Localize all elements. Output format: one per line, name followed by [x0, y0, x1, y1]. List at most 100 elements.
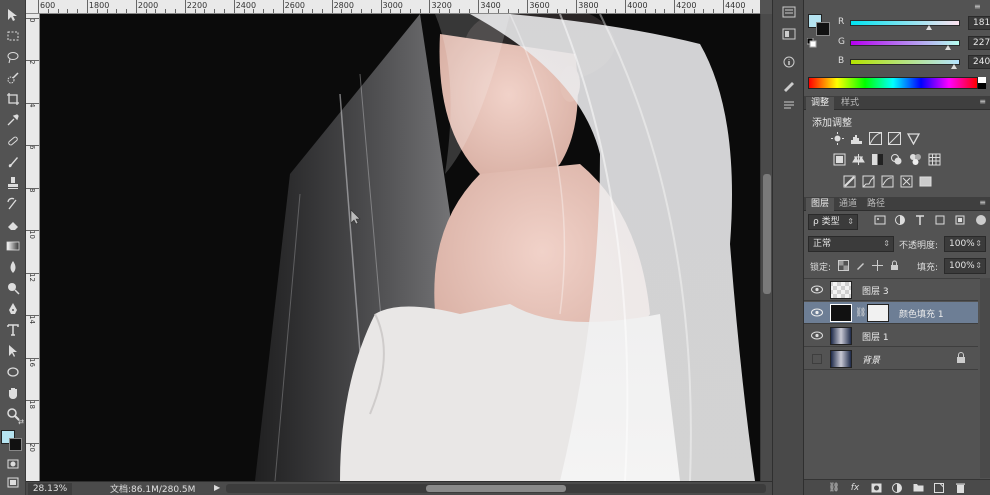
tab-layers[interactable]: 图层: [806, 198, 835, 211]
black-white-icon[interactable]: [870, 153, 884, 166]
layer-name[interactable]: 图层 1: [862, 330, 889, 343]
color-panel-background[interactable]: [816, 22, 830, 36]
slider-g[interactable]: G 227: [834, 36, 990, 51]
eraser-tool-icon[interactable]: [3, 216, 23, 234]
lock-all-icon[interactable]: [889, 260, 900, 274]
paragraph-panel-icon[interactable]: [780, 98, 798, 114]
new-adjustment-layer-icon[interactable]: [891, 482, 903, 493]
tab-adjustments[interactable]: 调整: [806, 97, 835, 110]
layer-row[interactable]: 图层 3: [804, 279, 978, 301]
new-group-icon[interactable]: [912, 482, 924, 493]
brush-preset-panel-icon[interactable]: [780, 78, 798, 94]
lock-transparency-icon[interactable]: [838, 260, 849, 274]
eye-icon[interactable]: [810, 306, 824, 319]
color-lookup-icon[interactable]: [927, 153, 941, 166]
tab-styles[interactable]: 样式: [836, 97, 864, 110]
properties-panel-icon[interactable]: [780, 26, 798, 42]
slider-thumb[interactable]: [945, 45, 951, 50]
filter-toggle-icon[interactable]: [976, 215, 986, 225]
eyedropper-tool-icon[interactable]: [3, 111, 23, 129]
eye-icon[interactable]: [810, 283, 824, 296]
fill-input[interactable]: 100%: [944, 258, 986, 274]
layer-row[interactable]: 图层 1: [804, 325, 978, 347]
brush-tool-icon[interactable]: [3, 153, 23, 171]
vibrance-icon[interactable]: [906, 132, 920, 145]
panel-menu-icon[interactable]: ≡: [974, 2, 981, 11]
slider-track[interactable]: [850, 20, 960, 26]
blend-mode-select[interactable]: 正常: [808, 236, 894, 252]
selective-color-icon[interactable]: [899, 175, 913, 188]
channel-mixer-icon[interactable]: [908, 153, 922, 166]
tab-channels[interactable]: 通道: [834, 198, 862, 211]
layer-mask-thumbnail[interactable]: [867, 304, 889, 322]
adjustment-filter-icon[interactable]: [894, 214, 906, 229]
shape-tool-icon[interactable]: [3, 363, 23, 381]
fill-color-thumbnail[interactable]: [830, 304, 852, 322]
opacity-input[interactable]: 100%: [944, 236, 986, 252]
brightness-contrast-icon[interactable]: [830, 132, 844, 145]
threshold-icon[interactable]: [880, 175, 894, 188]
history-panel-icon[interactable]: [780, 4, 798, 20]
slider-thumb[interactable]: [951, 64, 957, 69]
gradient-map-icon[interactable]: [918, 175, 932, 188]
eye-icon[interactable]: [810, 329, 824, 342]
smart-object-filter-icon[interactable]: [954, 214, 966, 229]
layer-name[interactable]: 颜色填充 1: [899, 307, 944, 320]
delete-layer-icon[interactable]: [954, 482, 966, 493]
black-swatch[interactable]: [978, 83, 986, 89]
layer-row[interactable]: 背景: [804, 348, 978, 370]
slider-track[interactable]: [850, 59, 960, 65]
levels-icon[interactable]: [849, 132, 863, 145]
hue-saturation-icon[interactable]: [832, 153, 846, 166]
curves-icon[interactable]: [868, 132, 882, 145]
marquee-tool-icon[interactable]: [3, 27, 23, 45]
layer-filter-select[interactable]: ρ 类型: [808, 214, 858, 230]
gradient-tool-icon[interactable]: [3, 237, 23, 255]
horizontal-scrollbar[interactable]: [226, 484, 766, 493]
type-tool-icon[interactable]: [3, 321, 23, 339]
slider-value[interactable]: 227: [968, 36, 990, 50]
slider-thumb[interactable]: [926, 25, 932, 30]
shape-filter-icon[interactable]: [934, 214, 946, 229]
layer-name[interactable]: 背景: [862, 353, 880, 366]
photo-filter-icon[interactable]: [889, 153, 903, 166]
document-canvas[interactable]: [40, 14, 760, 481]
horizontal-scroll-thumb[interactable]: [426, 485, 566, 492]
vertical-scroll-thumb[interactable]: [763, 174, 771, 294]
slider-track[interactable]: [850, 40, 960, 46]
screen-mode-icon[interactable]: [3, 474, 23, 492]
slider-value[interactable]: 240: [968, 55, 990, 69]
lock-pixels-icon[interactable]: [855, 260, 866, 274]
image-filter-icon[interactable]: [874, 214, 886, 229]
pen-tool-icon[interactable]: [3, 300, 23, 318]
background-color-swatch[interactable]: [9, 438, 22, 451]
link-chain-icon[interactable]: ⛓: [855, 308, 866, 318]
lock-position-icon[interactable]: [872, 260, 883, 274]
hand-tool-icon[interactable]: [3, 384, 23, 402]
info-panel-icon[interactable]: [780, 54, 798, 70]
invert-icon[interactable]: [842, 175, 856, 188]
link-layers-icon[interactable]: ⛓: [828, 482, 840, 493]
default-colors-icon[interactable]: [806, 37, 817, 48]
clone-stamp-tool-icon[interactable]: [3, 174, 23, 192]
panel-menu-icon[interactable]: ≡: [979, 198, 986, 207]
visibility-toggle-empty[interactable]: [810, 352, 824, 365]
path-selection-tool-icon[interactable]: [3, 342, 23, 360]
panel-menu-icon[interactable]: ≡: [979, 97, 986, 106]
blur-tool-icon[interactable]: [3, 258, 23, 276]
tab-paths[interactable]: 路径: [862, 198, 890, 211]
layers-scrollbar[interactable]: [980, 278, 990, 478]
move-tool-icon[interactable]: [3, 6, 23, 24]
dodge-tool-icon[interactable]: [3, 279, 23, 297]
exposure-icon[interactable]: [887, 132, 901, 145]
layer-row[interactable]: ⛓ 颜色填充 1: [804, 302, 978, 324]
zoom-level[interactable]: 28.13%: [28, 482, 72, 495]
type-filter-icon[interactable]: [914, 214, 926, 229]
slider-value[interactable]: 181: [968, 16, 990, 30]
color-spectrum-bar[interactable]: [808, 77, 978, 89]
slider-r[interactable]: R 181: [834, 16, 990, 31]
status-menu-arrow-icon[interactable]: ▶: [214, 483, 220, 492]
history-brush-tool-icon[interactable]: [3, 195, 23, 213]
layer-name[interactable]: 图层 3: [862, 284, 889, 297]
layer-style-icon[interactable]: fx: [849, 482, 861, 493]
